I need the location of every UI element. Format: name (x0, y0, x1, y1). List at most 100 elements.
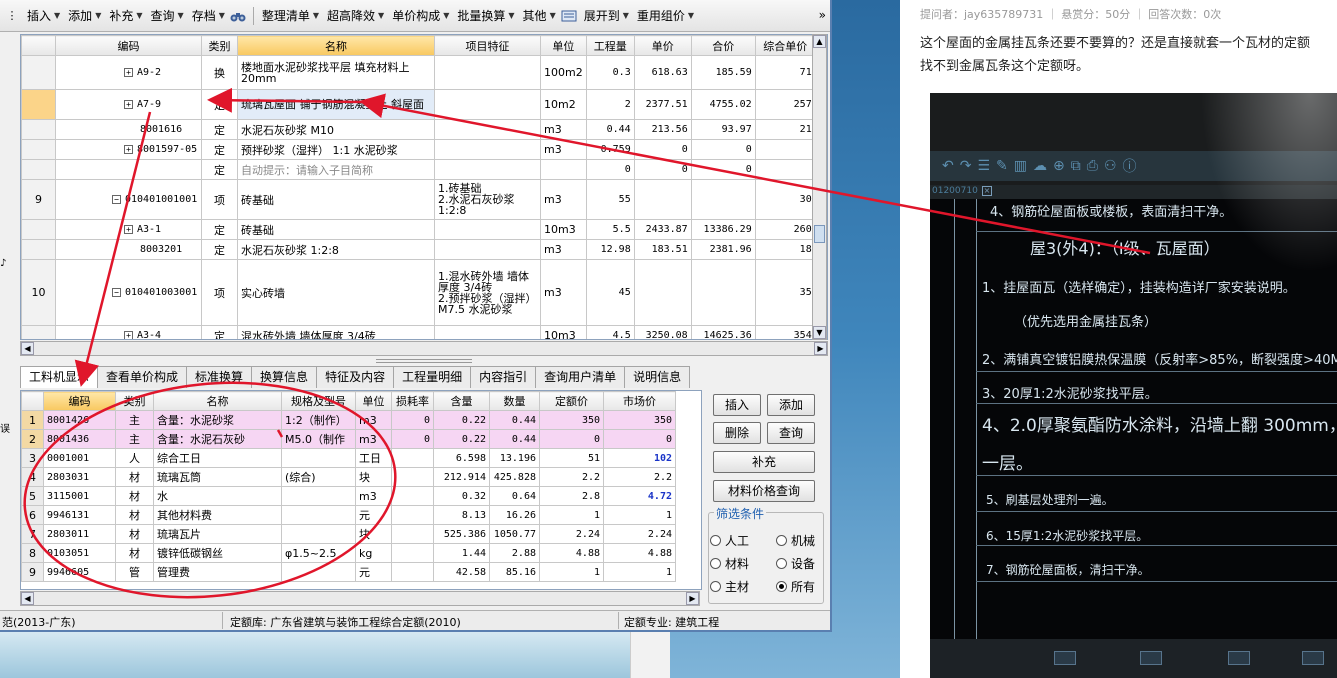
unit-cell[interactable]: m3 (355, 486, 392, 506)
toolbar-unit-price[interactable]: 单价构成 ▼ (389, 7, 452, 24)
price-cell[interactable]: 0 (633, 139, 692, 160)
quantity-cell[interactable]: 85.16 (489, 562, 540, 582)
comp-price-cell[interactable]: 18 (754, 239, 816, 260)
qty-cell[interactable]: 0.3 (585, 55, 635, 90)
type-cell[interactable]: 定 (201, 119, 238, 140)
spec-cell[interactable] (281, 505, 356, 525)
code-cell[interactable]: 2803011 (43, 524, 116, 544)
code-cell[interactable] (55, 159, 202, 180)
content-cell[interactable]: 1.44 (433, 543, 490, 563)
feature-cell[interactable] (434, 239, 541, 260)
code-cell[interactable]: 8001436 (43, 429, 116, 449)
market-price-cell[interactable]: 0 (603, 429, 676, 449)
code-cell[interactable]: −010401003001 (55, 259, 202, 326)
loss-cell[interactable]: 0 (391, 429, 434, 449)
content-cell[interactable]: 0.32 (433, 486, 490, 506)
table-row[interactable]: 4 2803031 材 琉璃瓦筒 (综合) 块 212.914 425.828 … (21, 467, 676, 487)
lower-horizontal-scrollbar[interactable]: ◀ ▶ (20, 591, 700, 606)
unit-cell[interactable]: 块 (355, 467, 392, 487)
code-cell[interactable]: +8001597-05 (55, 139, 202, 160)
type-cell[interactable]: 定 (201, 159, 238, 180)
col-content[interactable]: 含量 (433, 391, 490, 411)
type-cell[interactable]: 项 (201, 259, 238, 326)
total-cell[interactable]: 185.59 (690, 55, 756, 90)
name-cell[interactable]: 砖基础 (237, 179, 435, 220)
qty-cell[interactable]: 12.98 (585, 239, 635, 260)
col-code[interactable]: 编码 (43, 391, 116, 411)
col-unit[interactable]: 单位 (355, 391, 392, 411)
name-cell[interactable]: 水泥石灰砂浆 M10 (237, 119, 435, 140)
price-cell[interactable] (633, 259, 692, 326)
unit-cell[interactable]: 工日 (355, 448, 392, 468)
market-price-cell[interactable]: 2.24 (603, 524, 676, 544)
table-row[interactable]: 2 8001436 主 含量：水泥石灰砂 M5.0（制作 m3 0 0.22 0… (21, 429, 676, 449)
unit-cell[interactable]: 10m3 (540, 219, 587, 240)
table-row[interactable]: 3 0001001 人 综合工日 工日 6.598 13.196 51 102 (21, 448, 676, 468)
unit-cell[interactable]: 100m2 (540, 55, 587, 90)
loss-cell[interactable] (391, 505, 434, 525)
type-cell[interactable]: 材 (115, 543, 154, 563)
toolbar-height-adjust[interactable]: 超高降效 ▼ (324, 7, 387, 24)
quantity-cell[interactable]: 2.88 (489, 543, 540, 563)
unit-cell[interactable] (540, 159, 587, 180)
type-cell[interactable]: 材 (115, 505, 154, 525)
name-cell[interactable]: 管理费 (153, 562, 282, 582)
col-name[interactable]: 名称 (237, 35, 435, 56)
comp-price-cell[interactable]: 21 (754, 119, 816, 140)
feature-cell[interactable]: 1.砖基础 2.水泥石灰砂浆 1:2:8 (434, 179, 541, 220)
qty-cell[interactable]: 2 (585, 89, 635, 120)
unit-cell[interactable]: 元 (355, 505, 392, 525)
table-row[interactable]: + A3-4 定 混水砖外墙 墙体厚度 3/4砖 10m3 4.5 3250.08… (21, 325, 816, 339)
toolbar-add[interactable]: 添加 ▼ (65, 7, 104, 24)
code-cell[interactable]: 8001616 (55, 119, 202, 140)
filter-labor-radio[interactable]: 人工 (710, 532, 749, 549)
scroll-left-arrow-icon[interactable]: ◀ (21, 592, 34, 605)
col-comp-price[interactable]: 综合单价 (754, 35, 816, 56)
total-cell[interactable]: 2381.96 (690, 239, 756, 260)
col-price[interactable]: 单价 (633, 35, 692, 56)
col-name[interactable]: 名称 (153, 391, 282, 411)
spec-cell[interactable]: φ1.5~2.5 (281, 543, 356, 563)
quota-price-cell[interactable]: 1 (539, 562, 604, 582)
name-cell[interactable]: 楼地面水泥砂浆找平层 填充材料上 20mm (237, 55, 435, 90)
market-price-cell[interactable]: 1 (603, 505, 676, 525)
expand-plus-icon[interactable]: + (124, 331, 133, 339)
scroll-right-arrow-icon[interactable]: ▶ (814, 342, 827, 355)
code-cell[interactable]: 8001426 (43, 410, 116, 430)
quota-price-cell[interactable]: 4.88 (539, 543, 604, 563)
comp-price-cell[interactable]: 257 (754, 89, 816, 120)
loss-cell[interactable] (391, 524, 434, 544)
code-cell[interactable]: 3115001 (43, 486, 116, 506)
content-cell[interactable]: 42.58 (433, 562, 490, 582)
name-cell[interactable]: 其他材料费 (153, 505, 282, 525)
table-row[interactable]: 6 9946131 材 其他材料费 元 8.13 16.26 1 1 (21, 505, 676, 525)
tab-description[interactable]: 说明信息 (624, 366, 691, 388)
unit-cell[interactable]: m3 (540, 179, 587, 220)
table-row[interactable]: + A7-9 定 琉璃瓦屋面 铺于钢筋混凝土上 斜屋面 10m2 2 2377.5… (21, 89, 816, 120)
price-cell[interactable]: 183.51 (633, 239, 692, 260)
comp-price-cell[interactable] (754, 139, 816, 160)
code-cell[interactable]: −010401001001 (55, 179, 202, 220)
price-cell[interactable]: 2377.51 (633, 89, 692, 120)
scroll-up-arrow-icon[interactable]: ▲ (813, 35, 826, 48)
code-cell[interactable]: + A3-4 (55, 325, 202, 339)
feature-cell[interactable] (434, 159, 541, 180)
unit-cell[interactable]: m3 (540, 119, 587, 140)
quota-price-cell[interactable]: 1 (539, 505, 604, 525)
col-quota-price[interactable]: 定额价 (539, 391, 604, 411)
toolbar-supplement[interactable]: 补充 ▼ (106, 7, 145, 24)
total-cell[interactable]: 13386.29 (690, 219, 756, 240)
price-cell[interactable]: 3250.08 (633, 325, 692, 339)
type-cell[interactable]: 主 (115, 429, 154, 449)
loss-cell[interactable] (391, 543, 434, 563)
qty-cell[interactable]: 55 (585, 179, 635, 220)
insert-button[interactable]: 插入 (713, 394, 761, 416)
supplement-button[interactable]: 补充 (713, 451, 815, 473)
content-cell[interactable]: 6.598 (433, 448, 490, 468)
price-cell[interactable]: 618.63 (633, 55, 692, 90)
upper-horizontal-scrollbar[interactable]: ◀ ▶ (20, 341, 828, 356)
content-cell[interactable]: 8.13 (433, 505, 490, 525)
splitter-handle[interactable] (376, 359, 472, 363)
quota-price-cell[interactable]: 0 (539, 429, 604, 449)
table-row[interactable]: 1 8001426 主 含量：水泥砂浆 1:2（制作） m3 0 0.22 0.… (21, 410, 676, 430)
